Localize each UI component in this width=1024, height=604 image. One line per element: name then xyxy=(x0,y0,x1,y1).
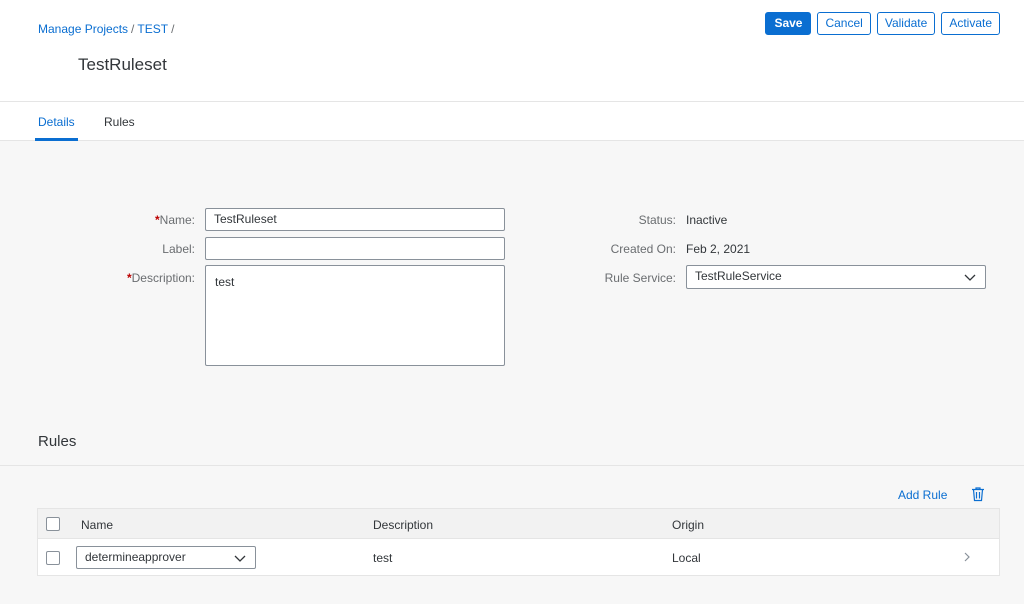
header-actions: Save Cancel Validate Activate xyxy=(765,12,1000,35)
chevron-down-icon[interactable] xyxy=(234,552,246,564)
rule-name-select[interactable]: determineapprover xyxy=(76,546,256,569)
tab-details[interactable]: Details xyxy=(38,115,75,129)
description-label-text: Description: xyxy=(131,271,195,285)
active-tab-indicator xyxy=(35,138,78,141)
created-on-label: Created On: xyxy=(610,242,676,256)
page-title: TestRuleset xyxy=(78,55,167,74)
rules-section-title: Rules xyxy=(38,433,77,450)
save-button[interactable]: Save xyxy=(765,12,812,35)
created-on-value: Feb 2, 2021 xyxy=(686,242,751,256)
breadcrumb-separator: / xyxy=(171,22,175,36)
table-row[interactable]: determineapprover test Local xyxy=(38,540,999,576)
rule-service-value: TestRuleService xyxy=(695,269,782,283)
column-header-description[interactable]: Description xyxy=(373,518,433,532)
cancel-button[interactable]: Cancel xyxy=(817,12,871,35)
chevron-right-icon[interactable] xyxy=(962,552,972,562)
rule-service-select[interactable]: TestRuleService xyxy=(686,265,986,289)
tab-bar: Details Rules xyxy=(0,102,1024,141)
tab-rules[interactable]: Rules xyxy=(104,115,135,129)
label-field[interactable] xyxy=(205,237,505,260)
activate-button[interactable]: Activate xyxy=(941,12,1000,35)
rules-table: Name Description Origin determineapprove… xyxy=(37,508,1000,576)
rule-name-value: determineapprover xyxy=(85,550,186,564)
name-label-text: Name: xyxy=(159,213,195,227)
label-label: Label: xyxy=(162,242,195,256)
chevron-down-icon[interactable] xyxy=(964,271,976,283)
table-header: Name Description Origin xyxy=(38,509,999,539)
status-label: Status: xyxy=(638,213,676,227)
name-label: *Name: xyxy=(100,213,195,227)
section-divider xyxy=(0,465,1024,466)
rule-service-label: Rule Service: xyxy=(604,271,676,285)
rule-origin: Local xyxy=(672,551,701,565)
select-all-checkbox[interactable] xyxy=(46,517,60,531)
breadcrumb-test[interactable]: TEST xyxy=(137,22,168,36)
status-value: Inactive xyxy=(686,213,728,227)
column-header-name[interactable]: Name xyxy=(81,518,113,532)
description-label: *Description: xyxy=(80,271,195,285)
description-textarea[interactable]: test xyxy=(205,265,505,366)
validate-button[interactable]: Validate xyxy=(876,12,936,35)
breadcrumb-separator: / xyxy=(131,22,135,36)
trash-icon[interactable] xyxy=(970,486,986,502)
column-header-origin[interactable]: Origin xyxy=(672,518,704,532)
row-checkbox[interactable] xyxy=(46,551,60,565)
breadcrumb-manage-projects[interactable]: Manage Projects xyxy=(38,22,128,36)
page-header: Manage Projects / TEST / TestRuleset Save C… xyxy=(0,0,1024,102)
name-field[interactable]: TestRuleset xyxy=(205,208,505,231)
breadcrumb: Manage Projects / TEST / xyxy=(38,22,177,36)
add-rule-button[interactable]: Add Rule xyxy=(898,488,947,502)
rule-description: test xyxy=(373,551,393,565)
